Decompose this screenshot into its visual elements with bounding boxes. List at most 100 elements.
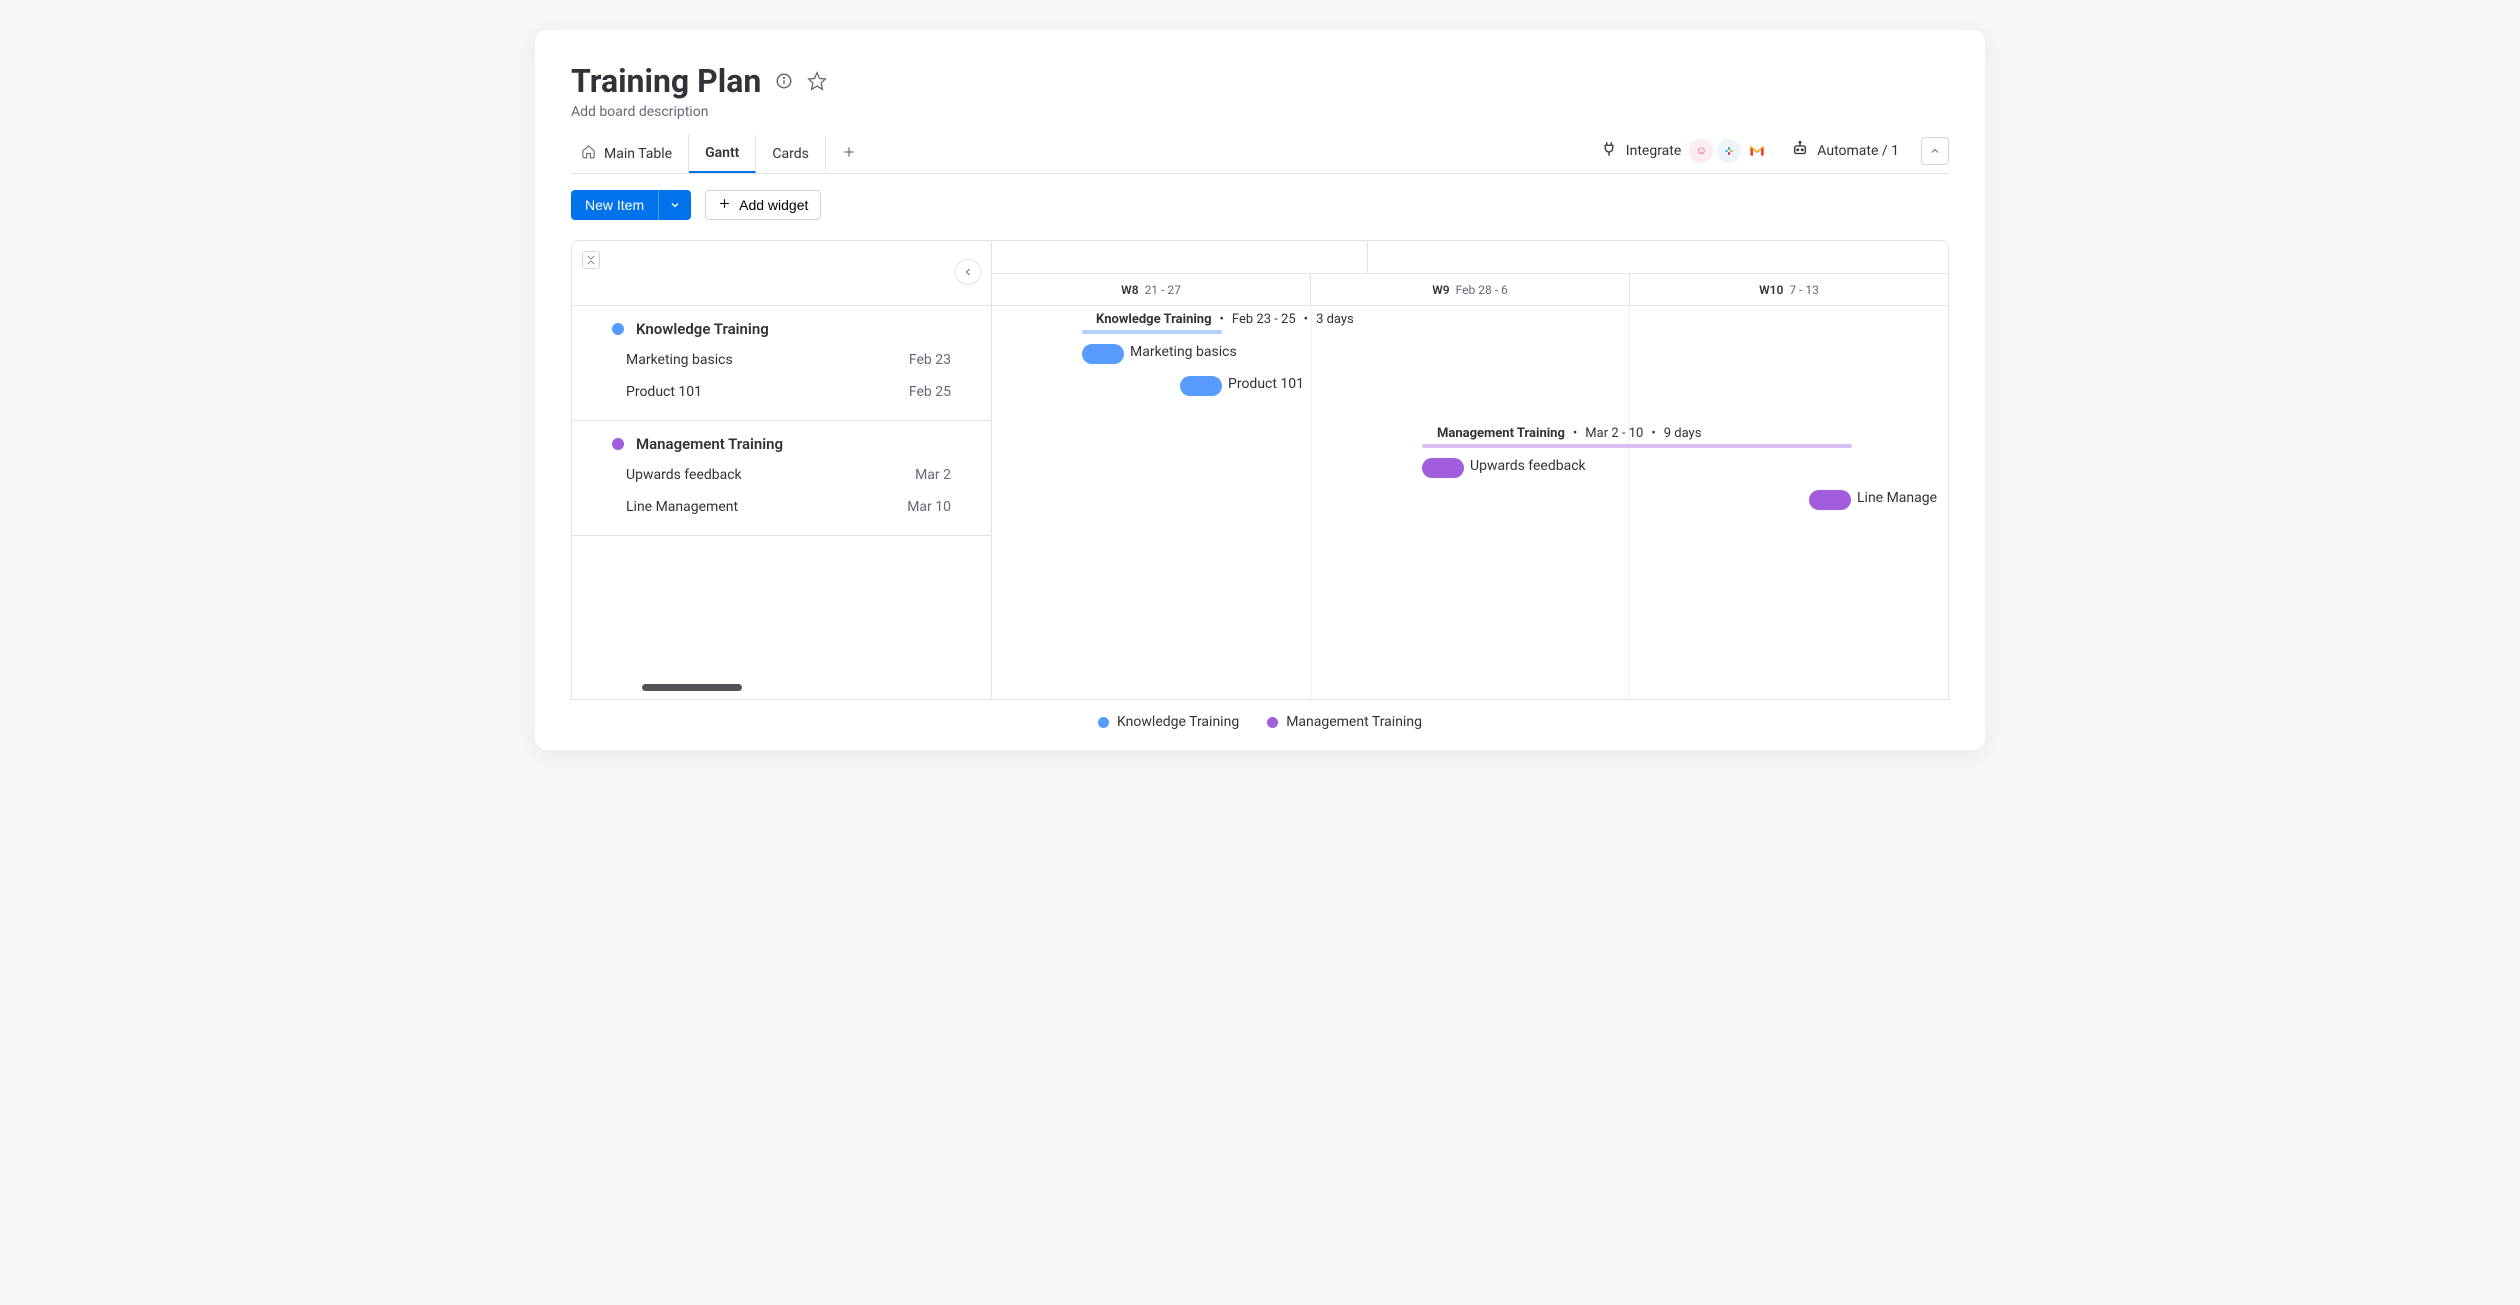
collapse-panel-button[interactable] xyxy=(955,259,981,285)
item-name: Line Management xyxy=(626,499,738,515)
summary-name: Management Training xyxy=(1437,426,1565,441)
group-name: Knowledge Training xyxy=(636,320,769,338)
item-name: Marketing basics xyxy=(626,352,733,368)
week-header: W9 Feb 28 - 6 xyxy=(1311,274,1630,305)
add-widget-button[interactable]: Add widget xyxy=(705,190,821,220)
week-header: W8 21 - 27 xyxy=(992,274,1311,305)
gridline xyxy=(1311,306,1312,699)
gridline xyxy=(1629,306,1630,699)
tab-gantt[interactable]: Gantt xyxy=(689,135,756,173)
bullet: • xyxy=(1651,426,1655,441)
timeline-body: Knowledge Training • Feb 23 - 25 • 3 day… xyxy=(992,306,1948,699)
list-item[interactable]: Line Management Mar 10 xyxy=(572,491,991,523)
gantt-left-panel: Knowledge Training Marketing basics Feb … xyxy=(572,241,992,699)
summary-duration: 3 days xyxy=(1316,312,1354,327)
task-bar[interactable] xyxy=(1422,458,1464,478)
collapse-toolbar-button[interactable] xyxy=(1921,137,1949,165)
add-view-button[interactable] xyxy=(826,134,872,173)
expand-collapse-all-button[interactable] xyxy=(582,251,600,269)
integrate-label: Integrate xyxy=(1626,143,1682,159)
board-description[interactable]: Add board description xyxy=(571,104,1949,120)
list-item[interactable]: Product 101 Feb 25 xyxy=(572,376,991,408)
integration-icons: ☺ xyxy=(1689,139,1769,163)
legend-dot-icon xyxy=(1098,717,1109,728)
list-item[interactable]: Marketing basics Feb 23 xyxy=(572,344,991,376)
group-header[interactable]: Management Training xyxy=(572,421,991,459)
week-number: W9 xyxy=(1432,283,1449,297)
gantt-container: Knowledge Training Marketing basics Feb … xyxy=(571,240,1949,700)
group-summary-label: Management Training • Mar 2 - 10 • 9 day… xyxy=(1437,426,1701,441)
group-color-dot xyxy=(612,323,624,335)
week-number: W8 xyxy=(1121,283,1138,297)
add-widget-label: Add widget xyxy=(739,197,808,213)
robot-icon xyxy=(1791,140,1809,162)
integration-pill-icon: ☺ xyxy=(1689,139,1713,163)
task-bar-label: Product 101 xyxy=(1228,376,1304,392)
view-tabs: Main Table Gantt Cards xyxy=(571,134,872,173)
info-icon[interactable] xyxy=(775,72,793,90)
group-summary-bar[interactable] xyxy=(1422,444,1852,448)
integrate-button[interactable]: Integrate ☺ xyxy=(1600,139,1770,163)
group-summary-bar[interactable] xyxy=(1082,330,1222,334)
plug-icon xyxy=(1600,140,1618,162)
toolbar: Main Table Gantt Cards Integrate ☺ xyxy=(571,134,1949,174)
item-date: Mar 2 xyxy=(915,467,951,483)
week-range: 7 - 13 xyxy=(1789,283,1819,297)
timeline-header-top xyxy=(992,241,1948,274)
board-card: Training Plan Add board description Main… xyxy=(535,30,1985,750)
legend-dot-icon xyxy=(1267,717,1278,728)
bullet: • xyxy=(1573,426,1577,441)
actions-row: New Item Add widget xyxy=(571,190,1949,220)
summary-name: Knowledge Training xyxy=(1096,312,1212,327)
tab-label: Main Table xyxy=(604,146,672,162)
task-bar[interactable] xyxy=(1082,344,1124,364)
summary-range: Feb 23 - 25 xyxy=(1232,312,1296,327)
tab-main-table[interactable]: Main Table xyxy=(571,134,689,173)
item-name: Upwards feedback xyxy=(626,467,742,483)
left-panel-header xyxy=(572,241,991,306)
integration-gmail-icon xyxy=(1745,139,1769,163)
task-bar-label: Marketing basics xyxy=(1130,344,1237,360)
bullet: • xyxy=(1220,312,1224,327)
gantt-timeline[interactable]: W8 21 - 27 W9 Feb 28 - 6 W10 7 - 13 Know… xyxy=(992,241,1948,699)
group-header[interactable]: Knowledge Training xyxy=(572,306,991,344)
week-range: Feb 28 - 6 xyxy=(1456,283,1508,297)
item-date: Feb 25 xyxy=(909,384,951,400)
automate-button[interactable]: Automate / 1 xyxy=(1791,140,1899,162)
summary-range: Mar 2 - 10 xyxy=(1585,426,1643,441)
item-date: Feb 23 xyxy=(909,352,951,368)
task-bar[interactable] xyxy=(1180,376,1222,396)
summary-duration: 9 days xyxy=(1664,426,1702,441)
favorite-star-icon[interactable] xyxy=(807,71,827,91)
bullet: • xyxy=(1304,312,1308,327)
tab-label: Cards xyxy=(772,146,808,162)
legend-item: Knowledge Training xyxy=(1098,714,1239,730)
task-bar-label: Line Management xyxy=(1857,490,1937,506)
legend-item: Management Training xyxy=(1267,714,1422,730)
item-name: Product 101 xyxy=(626,384,702,400)
task-bar-label: Upwards feedback xyxy=(1470,458,1586,474)
plus-icon xyxy=(718,197,731,213)
task-bar[interactable] xyxy=(1809,490,1851,510)
new-item-button[interactable]: New Item xyxy=(571,190,658,220)
page-title: Training Plan xyxy=(571,62,761,100)
header-row: Training Plan xyxy=(571,62,1949,100)
tab-label: Gantt xyxy=(705,145,739,161)
legend-label: Knowledge Training xyxy=(1117,714,1239,730)
month-separator xyxy=(1367,241,1368,273)
week-number: W10 xyxy=(1759,283,1783,297)
tab-cards[interactable]: Cards xyxy=(756,136,825,172)
legend: Knowledge Training Management Training xyxy=(571,700,1949,750)
group-management-training: Management Training Upwards feedback Mar… xyxy=(572,421,991,536)
group-name: Management Training xyxy=(636,435,783,453)
week-range: 21 - 27 xyxy=(1145,283,1181,297)
new-item-dropdown[interactable] xyxy=(658,190,691,220)
horizontal-scrollbar-thumb[interactable] xyxy=(642,684,742,691)
group-color-dot xyxy=(612,438,624,450)
automate-label: Automate / 1 xyxy=(1817,143,1899,159)
integration-slack-icon xyxy=(1717,139,1741,163)
new-item-split-button: New Item xyxy=(571,190,691,220)
legend-label: Management Training xyxy=(1286,714,1422,730)
right-tools: Integrate ☺ Automate / 1 xyxy=(1600,137,1949,171)
list-item[interactable]: Upwards feedback Mar 2 xyxy=(572,459,991,491)
